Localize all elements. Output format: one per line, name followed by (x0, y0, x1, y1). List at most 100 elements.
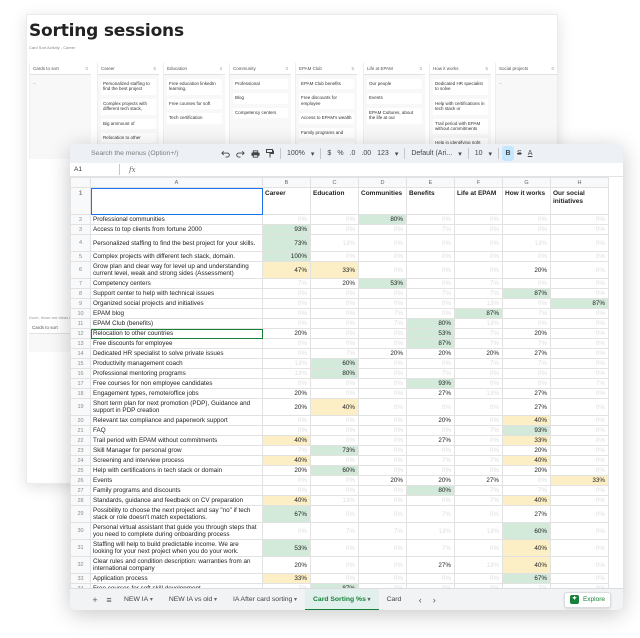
row-label-cell[interactable]: Access to top clients from fortune 2000 (90, 224, 263, 235)
percentage-cell[interactable]: 0% (550, 505, 609, 523)
percentage-cell[interactable]: 0% (502, 224, 551, 235)
sort-card[interactable]: Competency centers (233, 107, 288, 119)
column-header[interactable]: D (358, 177, 407, 188)
sort-card[interactable]: Access to EPAM's wealth (299, 113, 354, 124)
percentage-cell[interactable]: 87% (406, 338, 455, 349)
percentage-cell[interactable]: 0% (454, 224, 503, 235)
percentage-cell[interactable]: 0% (406, 261, 455, 279)
row-number[interactable]: 15 (70, 358, 91, 369)
percentage-cell[interactable]: 0% (310, 251, 359, 262)
percentage-cell[interactable]: 0% (454, 435, 503, 446)
percentage-cell[interactable]: 60% (502, 522, 551, 540)
percentage-cell[interactable]: 0% (358, 425, 407, 436)
percentage-cell[interactable]: 0% (406, 425, 455, 436)
percentage-cell[interactable]: 0% (550, 261, 609, 279)
percentage-cell[interactable]: 0% (310, 318, 359, 329)
percentage-cell[interactable]: 0% (550, 556, 609, 574)
percentage-cell[interactable]: 0% (454, 415, 503, 426)
percentage-cell[interactable]: 33% (550, 475, 609, 486)
percentage-cell[interactable]: 0% (358, 435, 407, 446)
row-label-cell[interactable]: FAQ (90, 425, 263, 436)
percentage-cell[interactable]: 0% (406, 214, 455, 225)
percentage-cell[interactable]: 7% (454, 328, 503, 339)
percentage-cell[interactable]: 0% (550, 318, 609, 329)
percentage-cell[interactable]: 0% (310, 308, 359, 319)
percentage-cell[interactable]: 33% (502, 435, 551, 446)
percentage-cell[interactable]: 0% (454, 573, 503, 584)
tab-scroll-left-icon[interactable]: ‹ (413, 595, 427, 605)
chevron-down-icon[interactable]: ▾ (212, 597, 217, 603)
row-label-cell[interactable]: Application process (90, 573, 263, 584)
percentage-cell[interactable]: 20% (406, 348, 455, 359)
row-label-cell[interactable]: Complex projects with different tech sta… (90, 251, 263, 262)
percentage-cell[interactable]: 20% (262, 328, 311, 339)
row-label-cell[interactable]: Relocation to other countries (90, 328, 263, 339)
percentage-cell[interactable]: 0% (406, 465, 455, 476)
percentage-cell[interactable]: 0% (550, 573, 609, 584)
percentage-cell[interactable]: 0% (358, 251, 407, 262)
percentage-cell[interactable]: 0% (454, 234, 503, 252)
row-number[interactable]: 26 (70, 475, 91, 486)
row-label-cell[interactable]: Professional communities (90, 214, 263, 225)
percentage-cell[interactable]: 93% (502, 425, 551, 436)
percentage-cell[interactable]: 0% (262, 415, 311, 426)
percentage-cell[interactable]: 7% (454, 455, 503, 466)
percentage-cell[interactable]: 13% (454, 556, 503, 574)
percentage-cell[interactable]: 0% (454, 368, 503, 379)
percentage-cell[interactable]: 7% (406, 505, 455, 523)
tab-scroll-right-icon[interactable]: › (427, 595, 441, 605)
percentage-cell[interactable]: 20% (262, 388, 311, 399)
paint-format-icon[interactable] (263, 146, 277, 161)
percentage-cell[interactable]: 0% (358, 368, 407, 379)
select-all-corner[interactable] (70, 177, 91, 188)
percentage-cell[interactable]: 0% (502, 298, 551, 309)
percentage-cell[interactable]: 87% (454, 308, 503, 319)
percentage-cell[interactable]: 60% (310, 465, 359, 476)
percentage-cell[interactable]: 53% (358, 278, 407, 289)
redo-icon[interactable] (233, 146, 248, 161)
row-label-cell[interactable]: Trail period with EPAM without commitmen… (90, 435, 263, 446)
percentage-cell[interactable]: 27% (502, 398, 551, 416)
percentage-cell[interactable]: 0% (262, 485, 311, 496)
sort-card[interactable]: Free discounts for employee (299, 93, 354, 110)
percentage-cell[interactable]: 7% (454, 278, 503, 289)
chevron-down-icon[interactable]: ▾ (292, 597, 297, 603)
percentage-cell[interactable]: 27% (502, 388, 551, 399)
row-number[interactable]: 2 (70, 214, 91, 225)
percentage-cell[interactable]: 40% (310, 398, 359, 416)
sort-card[interactable]: Trail period with EPAM without commitmen… (433, 118, 488, 135)
print-icon[interactable] (248, 146, 263, 161)
percentage-cell[interactable]: 0% (310, 388, 359, 399)
percentage-cell[interactable]: 0% (454, 398, 503, 416)
percentage-cell[interactable]: 0% (406, 308, 455, 319)
more-formats-button[interactable]: 123 (374, 146, 392, 161)
percentage-cell[interactable]: 0% (550, 425, 609, 436)
percentage-cell[interactable]: 0% (502, 214, 551, 225)
percentage-cell[interactable]: 80% (310, 368, 359, 379)
currency-format-button[interactable]: $ (324, 146, 334, 161)
percentage-cell[interactable]: 0% (406, 573, 455, 584)
font-size-select[interactable]: 10 (472, 146, 486, 161)
percentage-cell[interactable]: 20% (406, 415, 455, 426)
percentage-cell[interactable]: 0% (550, 435, 609, 446)
percentage-cell[interactable]: 20% (454, 348, 503, 359)
row-number[interactable]: 21 (70, 425, 91, 436)
percentage-cell[interactable]: 20% (358, 475, 407, 486)
percentage-cell[interactable]: 7% (262, 445, 311, 456)
percentage-cell[interactable]: 0% (502, 251, 551, 262)
percentage-cell[interactable]: 40% (262, 455, 311, 466)
percentage-cell[interactable]: 93% (406, 378, 455, 389)
percentage-cell[interactable]: 0% (550, 251, 609, 262)
row-number[interactable]: 5 (70, 251, 91, 262)
sort-card[interactable]: Professional (233, 79, 288, 90)
percentage-cell[interactable]: 40% (502, 556, 551, 574)
percentage-cell[interactable]: 0% (310, 455, 359, 466)
percentage-cell[interactable]: 0% (550, 234, 609, 252)
percentage-cell[interactable]: 7% (406, 455, 455, 466)
percentage-cell[interactable]: 0% (310, 475, 359, 486)
row-label-cell[interactable]: Support center to help with technical is… (90, 288, 263, 299)
column-header[interactable]: G (502, 177, 551, 188)
percentage-cell[interactable]: 0% (550, 288, 609, 299)
row-number[interactable]: 27 (70, 485, 91, 496)
column-header[interactable]: H (550, 177, 609, 188)
